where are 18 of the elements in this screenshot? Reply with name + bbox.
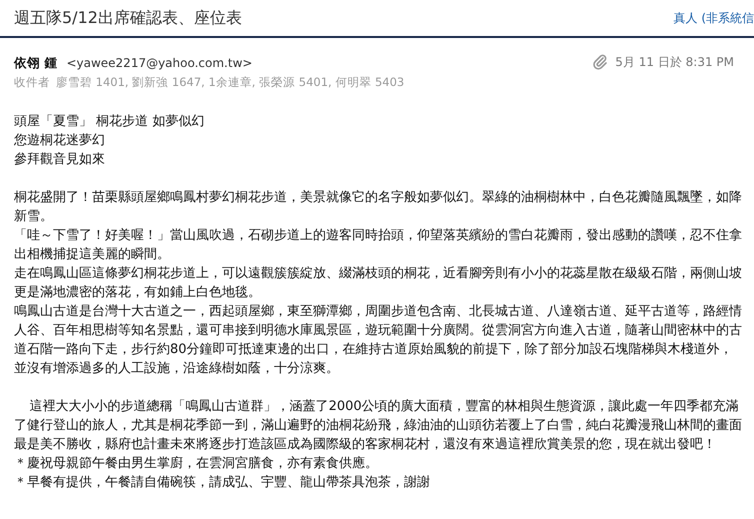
body-paragraph: ＊早餐有提供，午餐請自備碗筷，請成弘、宇豐、龍山帶茶具泡茶，謝謝 xyxy=(14,474,431,492)
body-paragraph: 這裡大大小小的步道總稱「鳴鳳山古道群」，涵蓋了2000公頃的廣大面積，豐富的林相與生態資源，讓此處一年四季都充滿了健行登山的旅人，尤其是桐花季節一到，滿山遍野的油桐花紛飛，綠油油的山頭彷若覆上了白雪，純白花瓣漫飛山林間的畫面最是美不勝收，縣府也計畫未來將逐步打造該區成為國際級的客家桐花村，還沒有來過這裡欣賞美景的您，現在就出發吧！ xyxy=(14,398,742,454)
body-paragraph: ＊慶祝母親節午餐由男生掌廚，在雲洞宮膳食，亦有素食供應。 xyxy=(14,455,379,473)
sender-status-link[interactable]: 真人 (非系統信 xyxy=(674,10,754,26)
body-paragraph: 參拜觀音見如來 xyxy=(14,151,106,169)
sender-email: <yawee2217@yahoo.com.tw> xyxy=(66,56,252,70)
body-paragraph: 頭屋「夏雪」 桐花步道 如夢似幻 xyxy=(14,113,206,131)
recipients-list: 廖雪碧 1401, 劉新強 1647, 1余連章, 張榮源 5401, 何明翠 5403 xyxy=(56,75,404,90)
body-paragraph: 「哇～下雪了！好美喔！」當山風吹過，石砌步道上的遊客同時抬頭，仰望落英繽紛的雪白花瓣雨，發出感動的讚嘆，忍不住拿出相機捕捉這美麗的瞬間。 xyxy=(14,227,742,264)
email-subject: 週五隊5/12出席確認表、座位表 xyxy=(14,8,242,28)
sent-date: 5月 11 日於 8:31 PM xyxy=(615,54,734,70)
sender-name: 依翎 鍾 xyxy=(14,55,58,70)
body-paragraph: 鳴鳳山古道是台灣十大古道之一，西起頭屋鄉，東至獅潭鄉，周圍步道包含南、北長城古道、八達嶺古道、延平古道等，路經情人谷、百年相思樹等知名景點，還可串接到明德水庫風景區，遊玩範圍十分廣闊。從雲洞宮方向進入古道，隨著山間密林中的古道石階一路向下走，步行約80分鐘即可抵達東邊的出口，在維持古道原始風貌的前提下，除了部分加設石塊階梯與木棧道外，並沒有增添過多的人工設施，沿途綠樹如蔭，十分涼爽。 xyxy=(14,303,742,378)
recipients-label: 收件者 xyxy=(14,75,50,90)
paperclip-icon[interactable] xyxy=(593,54,608,70)
body-paragraph: 桐花盛開了！苗栗縣頭屋鄉鳴鳳村夢幻桐花步道，美景就像它的名字般如夢似幻。翠綠的油桐樹林中，白色花瓣隨風飄墜，如降新雪。 xyxy=(14,189,742,226)
body-paragraph: 您遊桐花迷夢幻 xyxy=(14,132,106,150)
body-paragraph: 走在鳴鳳山區這條夢幻桐花步道上，可以遠觀簇簇綻放、綴滿枝頭的桐花，近看腳旁則有小小的花蕊星散在級級石階，兩側山坡更是滿地濃密的落花，有如鋪上白色地毯。 xyxy=(14,265,742,302)
